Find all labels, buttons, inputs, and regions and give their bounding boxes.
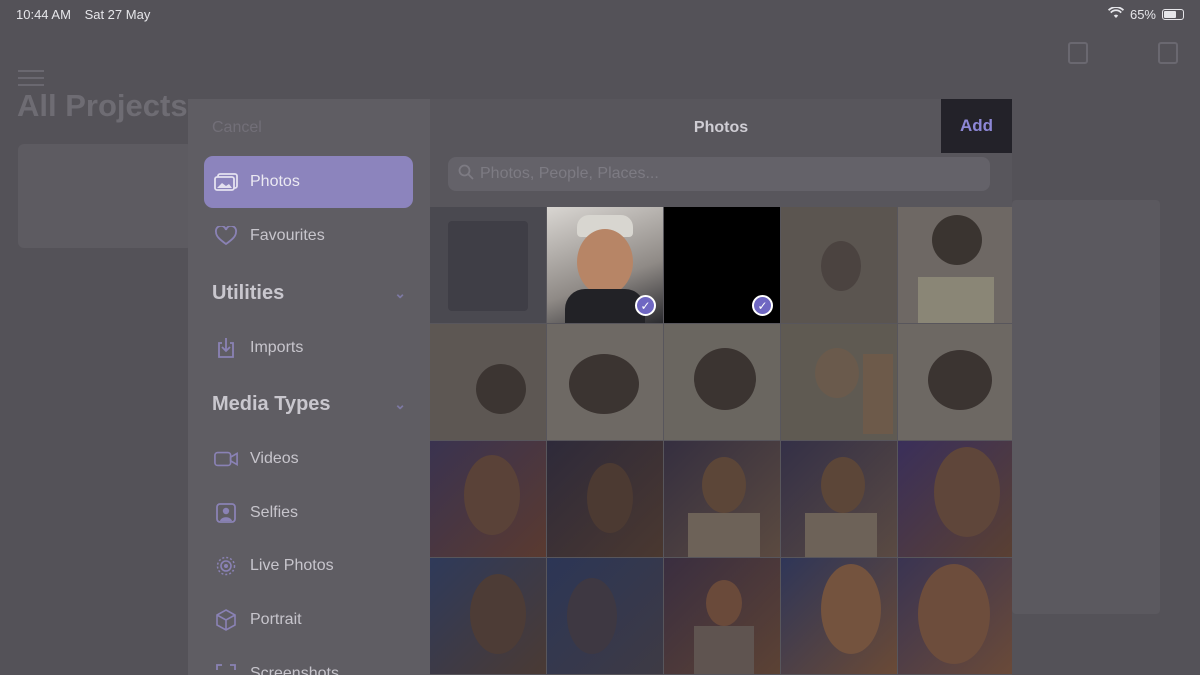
photo-thumbnail[interactable] <box>664 324 780 440</box>
sidebar-item-screenshots[interactable]: Screenshots <box>204 648 413 675</box>
import-icon <box>214 338 238 358</box>
sidebar-item-videos[interactable]: Videos <box>204 433 413 485</box>
sidebar-item-portrait[interactable]: Portrait <box>204 594 413 646</box>
chevron-down-icon: ⌄ <box>394 285 406 301</box>
sidebar-item-live-photos[interactable]: Live Photos <box>204 540 413 592</box>
photo-thumbnail[interactable] <box>547 324 663 440</box>
photo-thumbnail[interactable] <box>430 441 546 557</box>
sidebar-item-label: Screenshots <box>250 665 339 675</box>
sidebar-item-label: Favourites <box>250 227 325 244</box>
search-placeholder: Photos, People, Places... <box>480 165 659 182</box>
trash-icon <box>1158 42 1178 64</box>
status-date: Sat 27 May <box>84 6 151 22</box>
battery-icon <box>1162 8 1184 20</box>
section-heading: Media Types <box>212 393 331 415</box>
photo-thumbnail[interactable] <box>781 441 897 557</box>
sidebar-item-label: Live Photos <box>250 557 334 574</box>
bg-project-card <box>18 144 193 248</box>
photo-thumbnail[interactable] <box>781 207 897 323</box>
bg-page-title: All Projects <box>17 88 188 123</box>
photo-thumbnail[interactable] <box>898 558 1012 674</box>
picker-sidebar: Cancel Photos Favourites Utilities ⌄ Imp… <box>188 99 430 675</box>
section-heading: Utilities <box>212 282 285 304</box>
battery-percent: 65% <box>1129 6 1156 22</box>
cancel-button[interactable]: Cancel <box>212 119 262 137</box>
photo-thumbnail-selected[interactable]: ✓ <box>664 207 780 323</box>
sidebar-item-label: Selfies <box>250 504 299 521</box>
checkmark-icon: ✓ <box>752 295 773 316</box>
photo-thumbnail[interactable] <box>430 207 546 323</box>
search-field[interactable]: Photos, People, Places... <box>448 157 990 191</box>
search-icon <box>458 164 474 185</box>
status-bar: 10:44 AM Sat 27 May 65% <box>0 0 1200 28</box>
photo-thumbnail[interactable] <box>664 558 780 674</box>
screenshot-icon <box>214 664 238 675</box>
sidebar-item-label: Videos <box>250 450 299 467</box>
add-button[interactable]: Add <box>941 99 1012 153</box>
photo-thumbnail[interactable] <box>781 324 897 440</box>
sidebar-item-favourites[interactable]: Favourites <box>204 210 413 262</box>
sidebar-item-label: Portrait <box>250 611 302 628</box>
photo-thumbnail[interactable] <box>898 441 1012 557</box>
chevron-down-icon: ⌄ <box>394 396 406 412</box>
sidebar-item-label: Imports <box>250 339 304 356</box>
photo-thumbnail[interactable] <box>547 558 663 674</box>
sidebar-item-photos[interactable]: Photos <box>204 156 413 208</box>
sidebar-toggle-icon <box>18 70 44 86</box>
checkmark-icon: ✓ <box>635 295 656 316</box>
sidebar-item-selfies[interactable]: Selfies <box>204 487 413 539</box>
media-types-section-header[interactable]: Media Types ⌄ <box>212 393 406 416</box>
photo-thumbnail[interactable] <box>430 324 546 440</box>
live-photo-icon <box>214 556 238 576</box>
bg-panel <box>1012 200 1160 614</box>
sidebar-item-label: Photos <box>250 173 300 190</box>
photo-thumbnail[interactable] <box>898 324 1012 440</box>
picker-title: Photos <box>693 119 749 136</box>
photo-thumbnail[interactable] <box>430 558 546 674</box>
photo-thumbnail-selected[interactable]: ✓ <box>547 207 663 323</box>
wifi-icon <box>1107 5 1125 22</box>
cube-icon <box>214 609 238 631</box>
photo-thumbnail[interactable] <box>898 207 1012 323</box>
video-icon <box>214 449 238 469</box>
photos-icon <box>214 172 238 192</box>
picker-main: Photos Add Photos, People, Places... ✓ ✓ <box>430 99 1012 675</box>
share-icon <box>1068 42 1088 64</box>
photo-thumbnail[interactable] <box>664 441 780 557</box>
status-time: 10:44 AM <box>16 6 71 22</box>
selfie-icon <box>214 503 238 523</box>
sidebar-item-imports[interactable]: Imports <box>204 322 413 374</box>
photo-thumbnail[interactable] <box>547 441 663 557</box>
photo-thumbnail[interactable] <box>781 558 897 674</box>
utilities-section-header[interactable]: Utilities ⌄ <box>212 282 406 305</box>
photo-picker-modal: Cancel Photos Favourites Utilities ⌄ Imp… <box>188 99 1012 675</box>
heart-icon <box>214 226 238 246</box>
